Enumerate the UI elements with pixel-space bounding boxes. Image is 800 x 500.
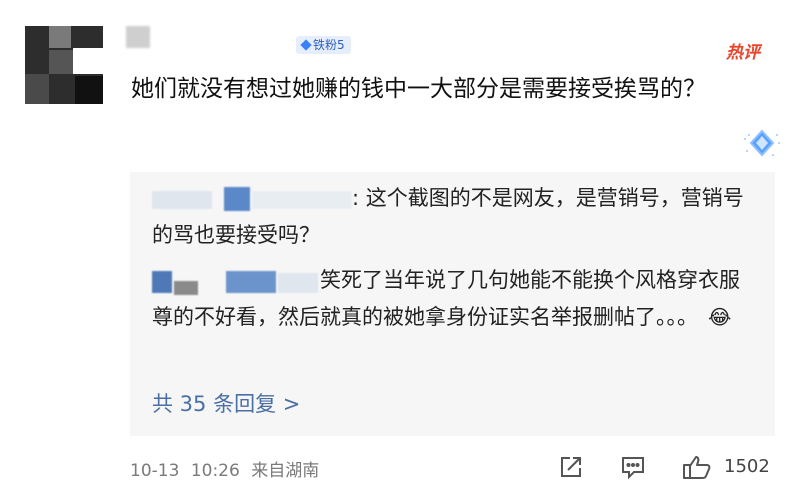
reply-username-blurred[interactable] bbox=[152, 269, 320, 295]
like-count: 1502 bbox=[724, 456, 770, 477]
share-icon[interactable] bbox=[558, 454, 584, 480]
comment-text: 她们就没有想过她赚的钱中一大部分是需要接受挨骂的？ bbox=[131, 76, 706, 102]
comment-footer: 10-13 10:26 来自湖南 1502 bbox=[130, 454, 775, 481]
like-icon[interactable] bbox=[682, 454, 712, 480]
fan-badge-label: 铁粉5 bbox=[313, 38, 345, 52]
avatar-mosaic bbox=[25, 74, 49, 104]
replies-panel: : 这个截图的不是网友，是营销号，营销号的骂也要接受吗？ 笑死了当年说了几句她能… bbox=[130, 172, 775, 436]
gem-icon bbox=[744, 129, 780, 157]
avatar-mosaic bbox=[75, 76, 103, 104]
fan-badge: 铁粉5 bbox=[296, 36, 351, 54]
fan-diamond-icon bbox=[300, 39, 312, 51]
avatar[interactable] bbox=[25, 26, 103, 104]
laugh-cry-emoji: 😂 bbox=[708, 305, 732, 329]
more-replies-link[interactable]: 共 35 条回复 > bbox=[152, 388, 300, 418]
reply-username-blurred[interactable] bbox=[152, 187, 352, 211]
comment-time: 10:26 bbox=[190, 461, 240, 481]
comment-location: 来自湖南 bbox=[251, 461, 320, 481]
avatar-mosaic bbox=[49, 26, 71, 48]
reply-item[interactable]: : 这个截图的不是网友，是营销号，营销号的骂也要接受吗？ bbox=[152, 180, 752, 254]
avatar-mosaic bbox=[49, 50, 73, 74]
comment-icon[interactable] bbox=[620, 454, 646, 480]
comment-date: 10-13 bbox=[130, 461, 180, 481]
reply-item[interactable]: 笑死了当年说了几句她能不能换个风格穿衣服尊的不好看，然后就真的被她拿身份证实名举… bbox=[152, 262, 752, 336]
avatar-mosaic bbox=[73, 48, 103, 74]
hot-comment-tag: 热评 bbox=[726, 43, 760, 63]
username-blurred[interactable] bbox=[126, 26, 150, 48]
comment-meta: 10-13 10:26 来自湖南 bbox=[130, 456, 319, 481]
